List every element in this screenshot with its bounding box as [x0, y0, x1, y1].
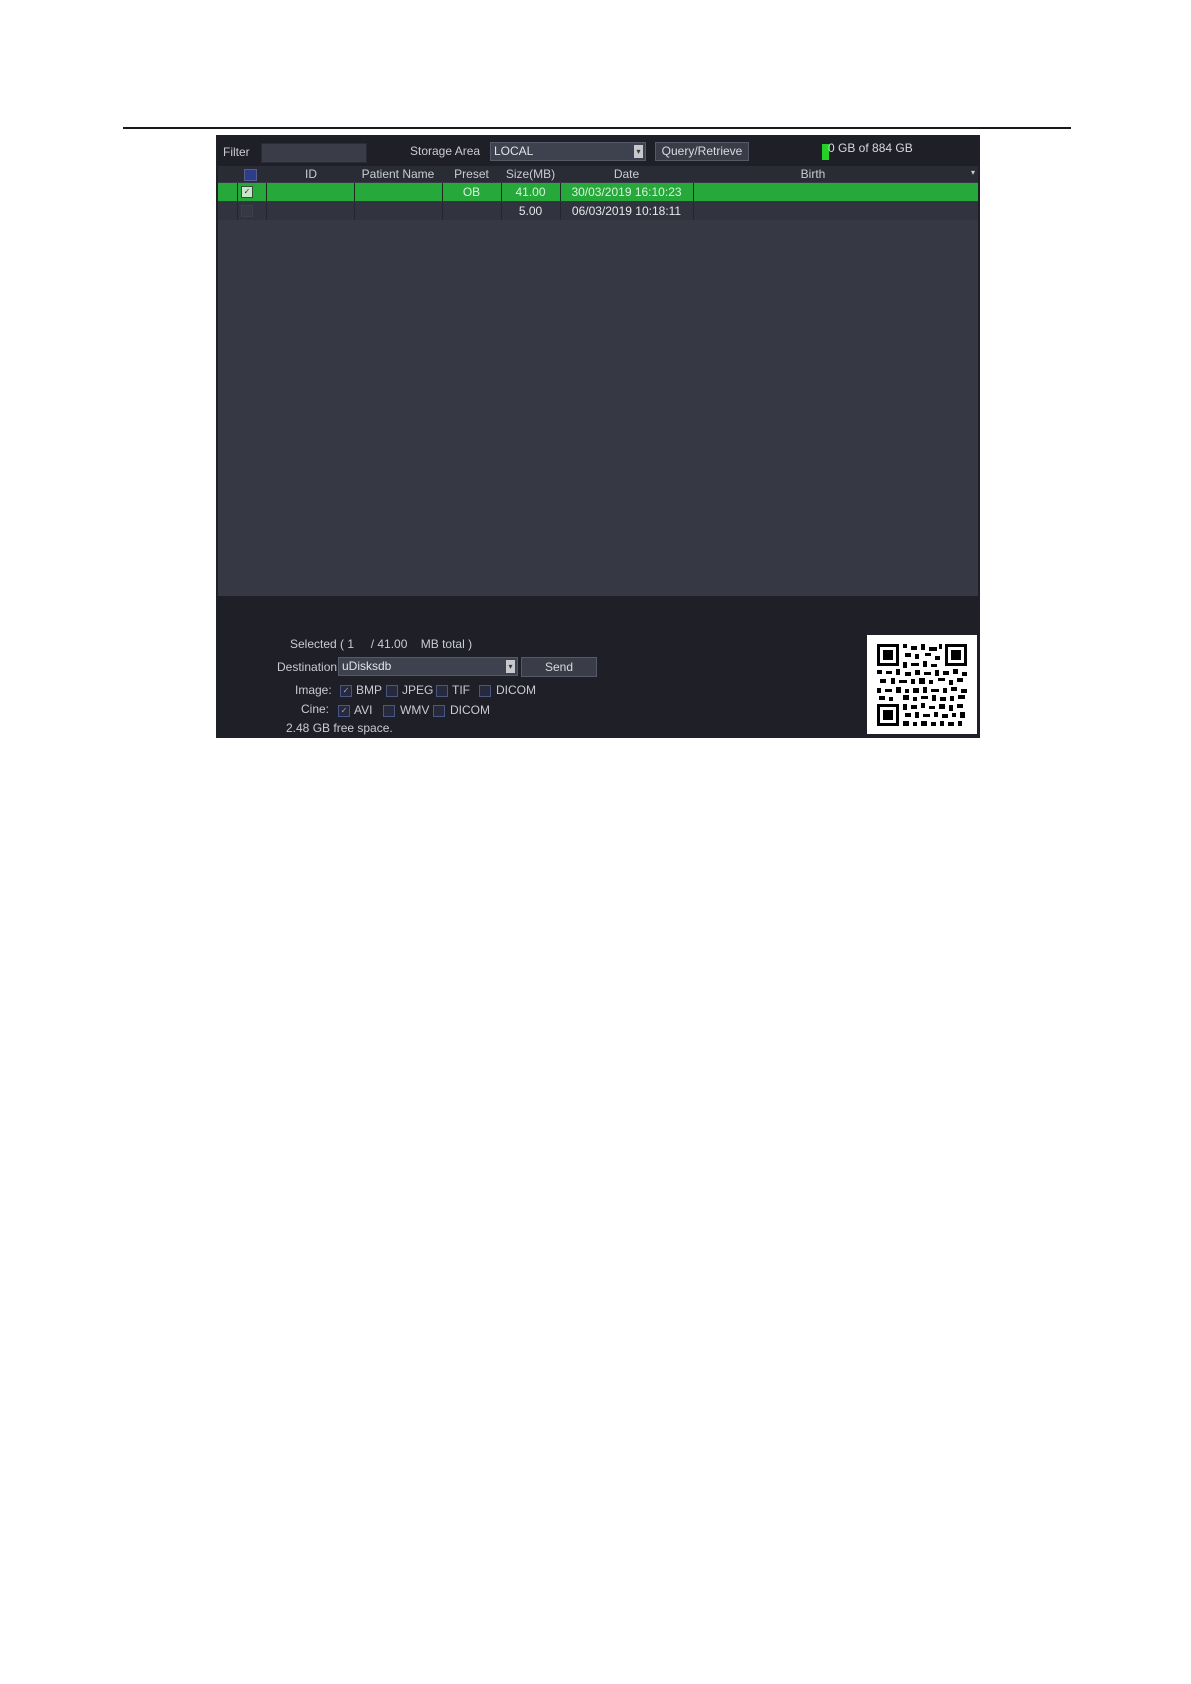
chevron-down-icon[interactable]: ▾	[634, 145, 643, 158]
column-header-size[interactable]: Size(MB)	[501, 167, 560, 181]
tif-checkbox[interactable]	[436, 685, 448, 697]
avi-checkbox[interactable]: ✓	[338, 705, 350, 717]
image-dicom-checkbox[interactable]	[479, 685, 491, 697]
column-header-patient-name[interactable]: Patient Name	[354, 167, 442, 181]
study-table: ID Patient Name Preset Size(MB) Date Bir…	[218, 166, 978, 596]
ultrasound-export-screen: Filter Storage Area LOCAL ▾ Query/Retrie…	[216, 135, 980, 738]
avi-label: AVI	[354, 703, 373, 717]
send-button[interactable]: Send	[521, 657, 597, 677]
destination-label: Destination	[277, 660, 338, 674]
image-dicom-label: DICOM	[496, 683, 536, 697]
jpeg-label: JPEG	[402, 683, 434, 697]
sort-arrow-icon[interactable]: ▾	[971, 168, 975, 177]
cine-dicom-label: DICOM	[450, 703, 490, 717]
image-format-label: Image:	[295, 683, 332, 697]
cell-size: 5.00	[518, 204, 543, 218]
storage-area-label: Storage Area	[410, 144, 481, 158]
query-retrieve-button[interactable]: Query/Retrieve	[655, 142, 749, 161]
cell-size: 41.00	[515, 185, 546, 199]
filter-input[interactable]	[261, 143, 367, 163]
table-row[interactable]: 5.00 06/03/2019 10:18:11	[218, 202, 978, 220]
column-header-id[interactable]: ID	[268, 167, 354, 181]
row-checkbox[interactable]	[241, 205, 253, 217]
wmv-label: WMV	[400, 703, 430, 717]
cell-date: 06/03/2019 10:18:11	[571, 204, 682, 218]
select-all-checkbox[interactable]	[244, 169, 257, 181]
storage-area-select[interactable]: LOCAL ▾	[490, 142, 646, 161]
column-header-date[interactable]: Date	[560, 167, 693, 181]
bmp-label: BMP	[356, 683, 383, 697]
free-space-text: 2.48 GB free space.	[286, 721, 393, 735]
selection-summary: Selected ( 1 / 41.00 MB total )	[290, 637, 473, 651]
cell-preset: OB	[462, 185, 481, 199]
qr-code	[867, 635, 977, 734]
filter-label: Filter	[223, 145, 250, 159]
chevron-down-icon[interactable]: ▾	[506, 660, 515, 673]
table-header: ID Patient Name Preset Size(MB) Date Bir…	[218, 166, 978, 182]
disk-usage-text: 0 GB of 884 GB	[828, 141, 913, 155]
table-row[interactable]: ✓ OB 41.00 30/03/2019 16:10:23	[218, 183, 978, 201]
column-header-birth[interactable]: Birth	[693, 167, 933, 181]
tif-label: TIF	[452, 683, 470, 697]
storage-area-value: LOCAL	[494, 144, 534, 158]
wmv-checkbox[interactable]	[383, 705, 395, 717]
row-checkbox[interactable]: ✓	[241, 186, 253, 198]
cine-format-label: Cine:	[301, 702, 330, 716]
destination-value: uDisksdb	[342, 659, 392, 673]
destination-select[interactable]: uDisksdb ▾	[338, 657, 518, 676]
cine-dicom-checkbox[interactable]	[433, 705, 445, 717]
page-top-rule	[123, 127, 1071, 129]
bmp-checkbox[interactable]: ✓	[340, 685, 352, 697]
qr-code-icon	[877, 644, 967, 726]
jpeg-checkbox[interactable]	[386, 685, 398, 697]
column-header-preset[interactable]: Preset	[442, 167, 501, 181]
cell-date: 30/03/2019 16:10:23	[571, 185, 682, 199]
